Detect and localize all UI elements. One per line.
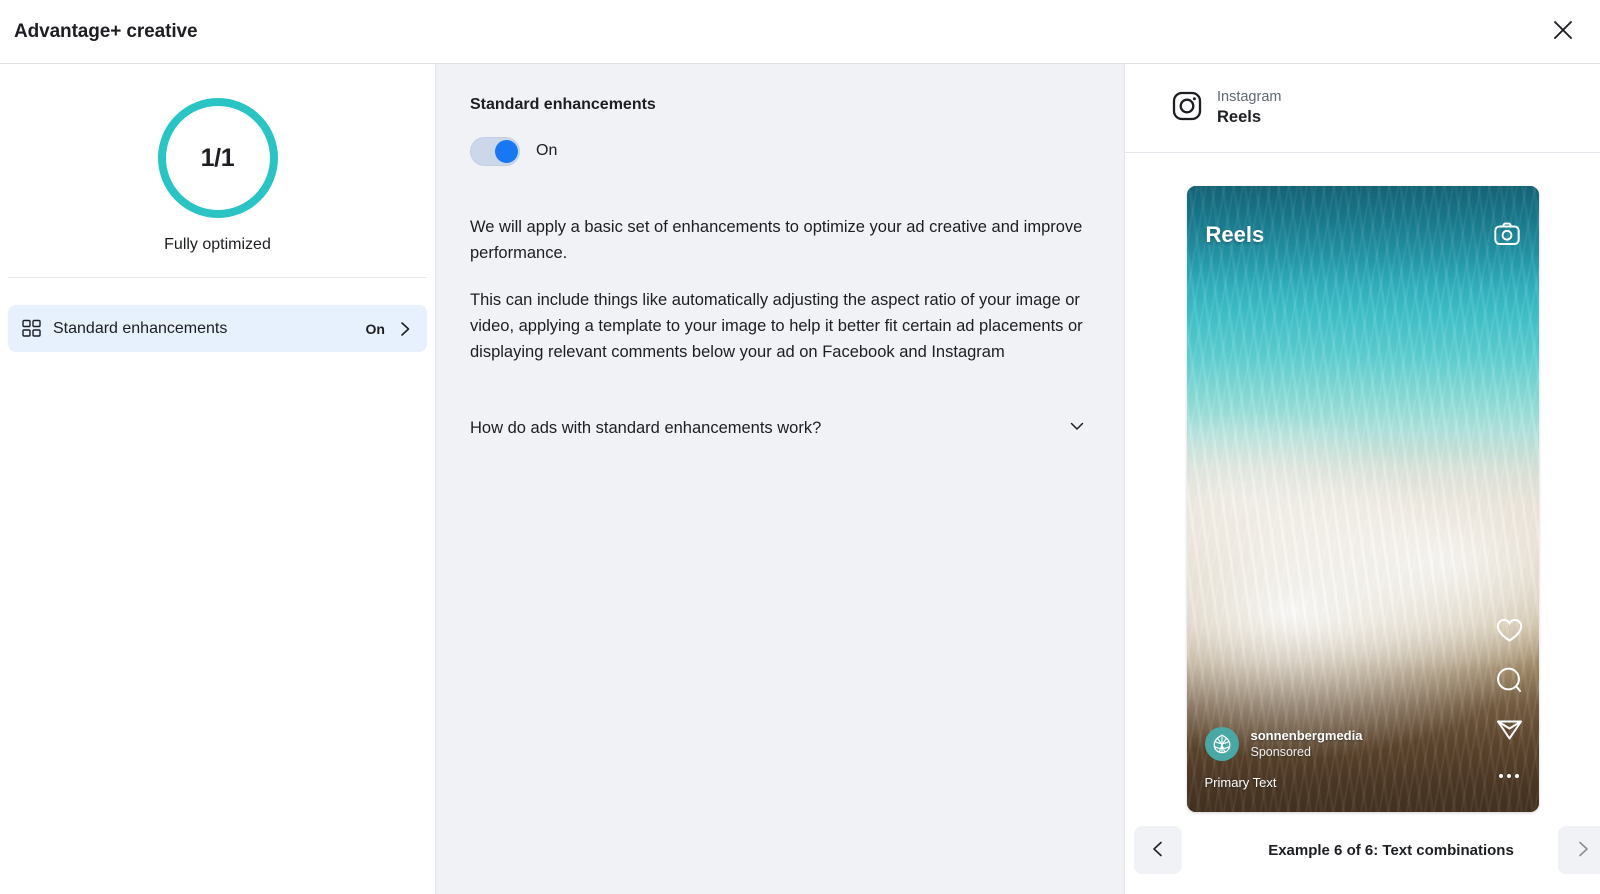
reels-preview-card: Reels sonnenbergmedia Sponsored Primary … xyxy=(1186,186,1539,812)
optimization-sidebar: 1/1 Fully optimized Standard enhancement… xyxy=(0,64,436,894)
leaf-logo-icon xyxy=(1213,734,1230,754)
heart-icon[interactable] xyxy=(1496,618,1523,643)
optimization-score: 1/1 Fully optimized xyxy=(8,88,427,254)
progress-ring-value: 1/1 xyxy=(200,143,235,172)
sidebar-item-standard-enhancements[interactable]: Standard enhancements On xyxy=(8,305,427,352)
settings-detail-panel: Standard enhancements On We will apply a… xyxy=(436,64,1125,894)
dialog-body: 1/1 Fully optimized Standard enhancement… xyxy=(0,64,1600,894)
advertiser-block: sonnenbergmedia Sponsored Primary Text xyxy=(1204,727,1465,790)
send-icon[interactable] xyxy=(1496,717,1523,742)
preview-carousel-controls: Example 6 of 6: Text combinations xyxy=(1125,818,1600,894)
standard-enhancements-toggle-row: On xyxy=(470,136,1088,166)
toggle-knob xyxy=(495,139,518,163)
grid-2x2-icon xyxy=(21,319,41,339)
close-icon xyxy=(1552,19,1574,44)
dialog-header: Advantage+ creative xyxy=(0,0,1600,64)
next-example-button[interactable] xyxy=(1558,826,1600,874)
faq-accordion-label: How do ads with standard enhancements wo… xyxy=(470,419,822,437)
section-title: Standard enhancements xyxy=(470,96,656,113)
example-counter-label: Example 6 of 6: Text combinations xyxy=(1268,841,1514,859)
chevron-down-icon xyxy=(1068,417,1086,440)
sidebar-item-value: On xyxy=(365,320,385,337)
progress-ring: 1/1 xyxy=(154,94,282,222)
previous-example-button[interactable] xyxy=(1134,826,1182,874)
advertiser-name: sonnenbergmedia xyxy=(1250,728,1363,743)
description-paragraph-1: We will apply a basic set of enhancement… xyxy=(470,218,1083,262)
creative-shade-overlay xyxy=(1186,186,1539,812)
reels-action-rail xyxy=(1496,618,1523,786)
description-paragraph-2: This can include things like automatical… xyxy=(470,291,1083,361)
comment-icon[interactable] xyxy=(1496,667,1522,693)
faq-accordion-toggle[interactable]: How do ads with standard enhancements wo… xyxy=(470,417,1088,440)
chevron-left-icon xyxy=(1149,840,1167,861)
close-button[interactable] xyxy=(1544,13,1582,51)
placement-header: Instagram Reels xyxy=(1125,64,1600,153)
preview-stage: Reels sonnenbergmedia Sponsored Primary … xyxy=(1125,153,1600,818)
camera-icon[interactable] xyxy=(1493,222,1520,251)
more-dots-icon[interactable] xyxy=(1499,766,1519,786)
sidebar-item-label: Standard enhancements xyxy=(53,319,228,337)
sidebar-divider xyxy=(8,277,427,278)
sponsored-label: Sponsored xyxy=(1250,745,1311,759)
chevron-right-icon xyxy=(1574,840,1592,861)
ad-preview-panel: Instagram Reels Reels sonnenbergmedia Sp… xyxy=(1125,64,1600,894)
primary-text: Primary Text xyxy=(1204,775,1277,790)
instagram-icon xyxy=(1172,91,1202,126)
placement-surface: Reels xyxy=(1217,108,1262,126)
avatar xyxy=(1204,727,1239,761)
progress-caption: Fully optimized xyxy=(164,236,271,253)
toggle-state-label: On xyxy=(536,142,558,159)
placement-platform: Instagram xyxy=(1217,89,1282,105)
reels-overlay-title: Reels xyxy=(1205,222,1265,247)
page-title: Advantage+ creative xyxy=(14,20,198,42)
chevron-right-icon xyxy=(397,321,413,337)
standard-enhancements-toggle[interactable] xyxy=(470,136,520,166)
